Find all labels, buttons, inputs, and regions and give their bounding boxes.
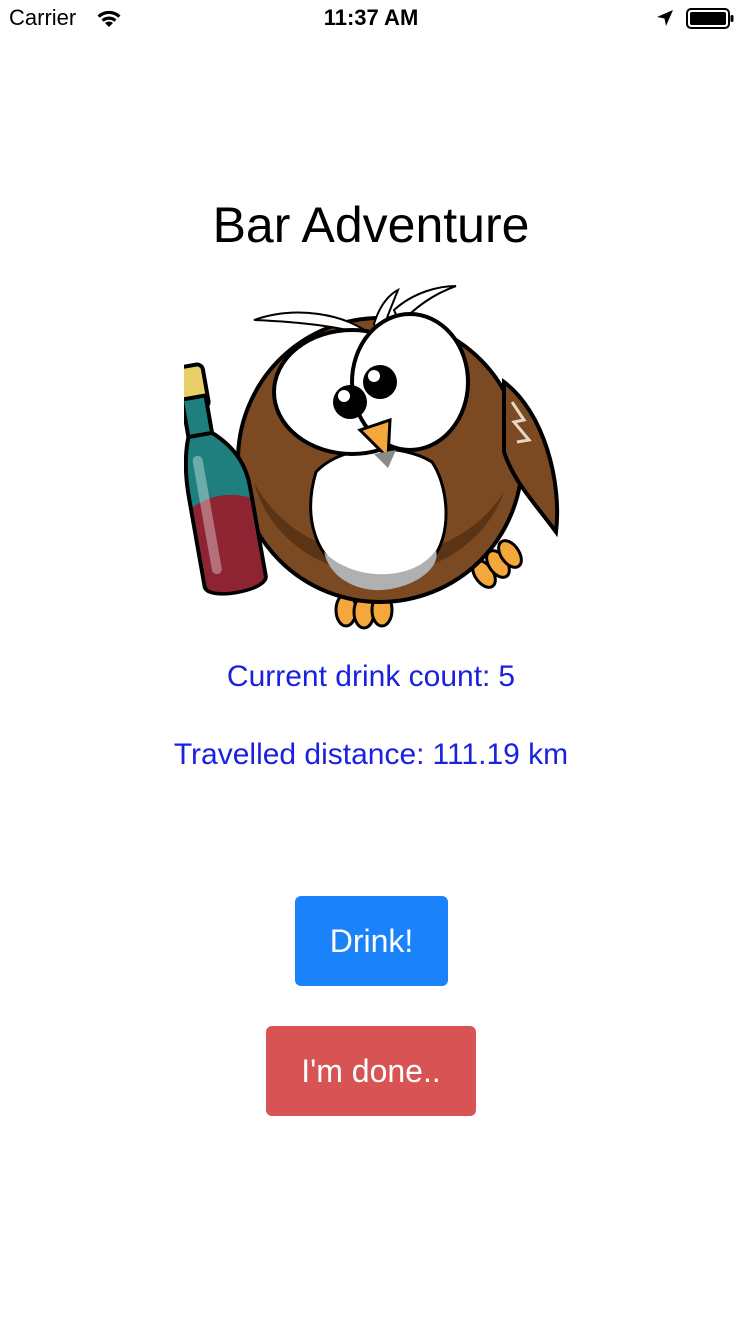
drink-count-text: Current drink count: 5 (0, 660, 742, 694)
drink-button[interactable]: Drink! (295, 896, 448, 986)
drink-count-value: 5 (498, 660, 516, 693)
app-title: Bar Adventure (212, 197, 530, 253)
clock: 11:37 AM (323, 5, 419, 30)
distance-label: Travelled distance: (173, 738, 425, 771)
done-button[interactable]: I'm done.. (266, 1026, 476, 1116)
owl-with-bottle-image (184, 285, 560, 630)
distance-value: 111.19 km (432, 738, 569, 771)
battery-icon (686, 8, 734, 29)
status-bar: Carrier 11:37 AM (0, 0, 742, 40)
distance-text: Travelled distance: 111.19 km (0, 738, 742, 772)
drink-count-label: Current drink count: (226, 660, 491, 693)
location-arrow-icon (657, 10, 673, 26)
app-screen: Carrier 11:37 AM Bar Adventure Current d… (0, 0, 742, 1330)
